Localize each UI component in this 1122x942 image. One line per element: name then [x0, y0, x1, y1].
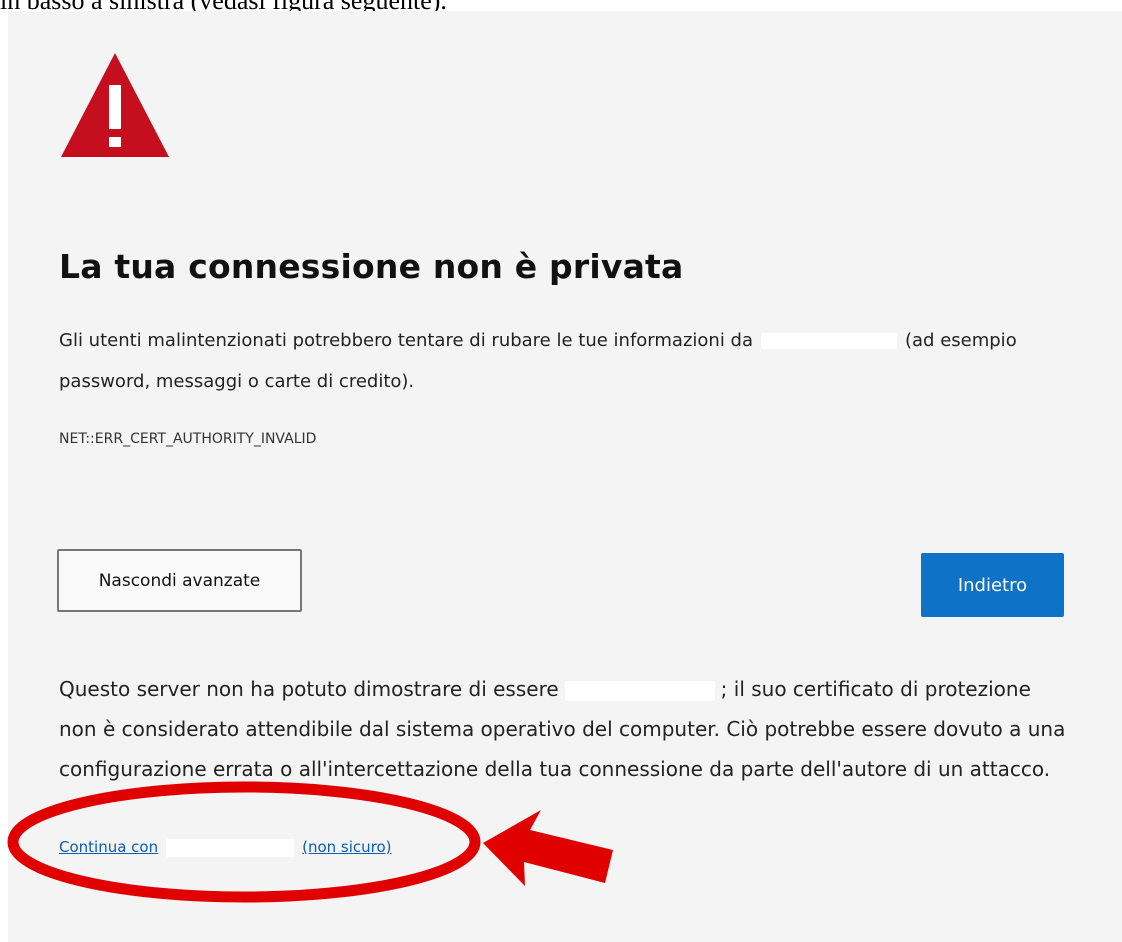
back-button[interactable]: Indietro — [921, 553, 1064, 617]
page-title: La tua connessione non è privata — [59, 247, 684, 286]
redacted-hostname — [761, 333, 897, 349]
proceed-link-end[interactable]: (non sicuro) — [302, 838, 391, 856]
proceed-link-start[interactable]: Continua con — [59, 838, 158, 856]
intro-paragraph: Gli utenti malintenzionati potrebbero te… — [59, 320, 1069, 402]
warning-triangle-icon — [61, 53, 169, 157]
intro-text-start: Gli utenti malintenzionati potrebbero te… — [59, 330, 753, 351]
error-page: La tua connessione non è privata Gli ute… — [8, 11, 1122, 942]
hide-advanced-button[interactable]: Nascondi avanzate — [57, 549, 302, 612]
redacted-hostname — [564, 680, 715, 701]
details-text-start: Questo server non ha potuto dimostrare d… — [59, 677, 559, 701]
redacted-hostname — [166, 838, 295, 857]
proceed-unsafe-link[interactable]: Continua con (non sicuro) — [59, 838, 392, 857]
details-paragraph: Questo server non ha potuto dimostrare d… — [59, 669, 1069, 789]
error-code: NET::ERR_CERT_AUTHORITY_INVALID — [59, 431, 317, 447]
